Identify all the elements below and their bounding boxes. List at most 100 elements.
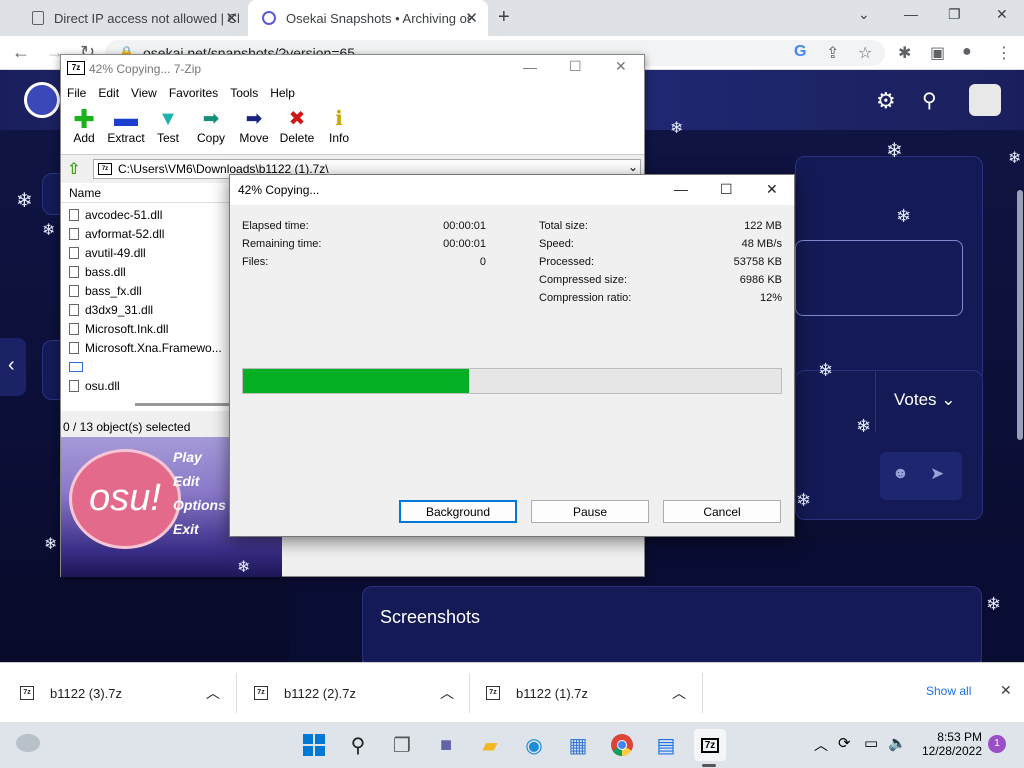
clock[interactable]: 8:53 PM 12/28/2022 bbox=[912, 730, 982, 758]
tab-search-icon[interactable]: ⌄ bbox=[858, 6, 870, 23]
menu-file[interactable]: File bbox=[61, 83, 92, 103]
test-button[interactable]: ▼ Test bbox=[145, 107, 191, 145]
chevron-up-icon[interactable]: ︿ bbox=[672, 683, 686, 703]
text-box[interactable] bbox=[795, 240, 963, 316]
clock-date: 12/28/2022 bbox=[921, 744, 982, 758]
task-view-icon[interactable]: ❐ bbox=[386, 729, 418, 761]
edge-icon[interactable]: ◉ bbox=[518, 729, 550, 761]
file-explorer-icon[interactable]: ▰ bbox=[474, 729, 506, 761]
close-tab-icon[interactable]: ✕ bbox=[465, 9, 478, 27]
add-button[interactable]: ✚ Add bbox=[61, 106, 107, 145]
chevron-down-icon[interactable]: ⌄ bbox=[628, 160, 638, 174]
search-icon[interactable]: ⚲ bbox=[342, 729, 374, 761]
chevron-up-icon[interactable]: ︿ bbox=[814, 735, 828, 755]
start-icon[interactable] bbox=[298, 729, 330, 761]
previous-arrow-icon[interactable]: ‹ bbox=[0, 338, 26, 396]
list-item[interactable]: Microsoft.Ink.dll bbox=[69, 319, 168, 338]
tab-osekai-snapshots[interactable]: Osekai Snapshots • Archiving osu! ✕ bbox=[248, 0, 488, 36]
compression-ratio-value: 12% bbox=[759, 292, 782, 304]
sync-icon[interactable]: ⟳ bbox=[838, 734, 851, 752]
column-header-name[interactable]: Name bbox=[61, 183, 231, 203]
copy-button[interactable]: ➡ Copy bbox=[188, 107, 234, 145]
up-folder-icon[interactable]: ⇧ bbox=[67, 159, 80, 179]
close-window-icon[interactable]: ✕ bbox=[996, 6, 1008, 23]
list-item[interactable]: avformat-52.dll bbox=[69, 224, 164, 243]
list-item[interactable] bbox=[69, 357, 89, 376]
close-icon[interactable]: ✕ bbox=[766, 181, 778, 198]
search-icon[interactable]: ⚲ bbox=[922, 88, 937, 113]
votes-dropdown[interactable]: Votes ⌄ bbox=[875, 370, 981, 432]
menu-icon[interactable]: ⋮ bbox=[996, 43, 1012, 63]
x-icon: ✖ bbox=[288, 108, 306, 130]
avatar[interactable] bbox=[969, 84, 1001, 116]
emoji-icon[interactable]: ☻ bbox=[892, 465, 909, 483]
list-item[interactable]: avcodec-51.dll bbox=[69, 205, 162, 224]
google-lens-icon[interactable]: G bbox=[794, 43, 806, 61]
back-icon[interactable]: ← bbox=[12, 42, 30, 63]
cancel-button[interactable]: Cancel bbox=[663, 500, 781, 523]
file-name: Microsoft.Xna.Framewo... bbox=[85, 340, 222, 355]
share-icon[interactable]: ⇪ bbox=[826, 43, 839, 63]
menu-edit[interactable]: Edit bbox=[92, 83, 125, 103]
profile-icon[interactable]: ● bbox=[962, 43, 972, 61]
download-item[interactable]: 7z b1122 (1).7z ︿ bbox=[486, 663, 696, 723]
elapsed-time-value: 00:00:01 bbox=[443, 220, 486, 232]
chevron-up-icon[interactable]: ︿ bbox=[440, 683, 454, 703]
sevenzip-toolbar: ✚ Add ▬ Extract ▼ Test ➡ Copy ➡ Move ✖ Delete … bbox=[61, 103, 644, 155]
menu-tools[interactable]: Tools bbox=[224, 83, 264, 103]
arrow-right-icon: ➡ bbox=[245, 108, 263, 130]
tab-direct-ip[interactable]: Direct IP access not allowed | Clo ✕ bbox=[18, 0, 248, 36]
comment-actions: ☻ ➤ bbox=[880, 452, 962, 500]
sevenzip-taskbar-icon[interactable]: 7z bbox=[694, 729, 726, 761]
move-button[interactable]: ➡ Move bbox=[231, 107, 277, 145]
side-panel-icon[interactable]: ▣ bbox=[930, 43, 945, 63]
delete-button[interactable]: ✖ Delete bbox=[274, 107, 320, 145]
pause-button[interactable]: Pause bbox=[531, 500, 649, 523]
store-icon[interactable]: ▦ bbox=[562, 729, 594, 761]
list-item[interactable]: osu.dll bbox=[69, 376, 120, 395]
info-button[interactable]: ℹ Info bbox=[316, 107, 362, 145]
download-item[interactable]: 7z b1122 (2).7z ︿ bbox=[254, 663, 464, 723]
close-icon[interactable]: ✕ bbox=[615, 58, 627, 75]
extract-button[interactable]: ▬ Extract bbox=[103, 107, 149, 146]
sevenzip-title: 42% Copying... 7-Zip bbox=[89, 62, 202, 76]
page-scrollbar[interactable] bbox=[1017, 190, 1023, 440]
network-icon[interactable]: ▭ bbox=[864, 734, 878, 752]
download-item[interactable]: 7z b1122 (3).7z ︿ bbox=[20, 663, 230, 723]
chrome-icon[interactable] bbox=[606, 729, 638, 761]
background-button[interactable]: Background bbox=[399, 500, 517, 523]
menu-view[interactable]: View bbox=[125, 83, 163, 103]
osekai-logo-icon[interactable] bbox=[24, 82, 60, 118]
restore-icon[interactable]: ❐ bbox=[948, 6, 961, 23]
extensions-icon[interactable]: ✱ bbox=[898, 43, 911, 63]
maximize-icon[interactable]: ☐ bbox=[569, 58, 582, 75]
close-tab-icon[interactable]: ✕ bbox=[225, 9, 238, 27]
list-item[interactable]: avutil-49.dll bbox=[69, 243, 146, 262]
minimize-icon[interactable]: — bbox=[674, 181, 688, 197]
chevron-up-icon[interactable]: ︿ bbox=[206, 683, 220, 703]
weather-icon[interactable] bbox=[16, 734, 40, 752]
show-all-link[interactable]: Show all bbox=[926, 684, 971, 698]
files-value: 0 bbox=[479, 256, 486, 268]
menu-help[interactable]: Help bbox=[264, 83, 301, 103]
volume-icon[interactable]: 🔈 bbox=[888, 734, 907, 752]
notification-badge[interactable]: 1 bbox=[988, 735, 1006, 753]
settings-icon[interactable]: ⚙ bbox=[876, 88, 896, 114]
list-item[interactable]: d3dx9_31.dll bbox=[69, 300, 153, 319]
menu-favorites[interactable]: Favorites bbox=[163, 83, 224, 103]
horizontal-scrollbar[interactable] bbox=[135, 403, 229, 406]
list-item[interactable]: bass_fx.dll bbox=[69, 281, 142, 300]
send-icon[interactable]: ➤ bbox=[930, 464, 944, 484]
new-tab-button[interactable]: + bbox=[498, 6, 510, 29]
list-item[interactable]: Microsoft.Xna.Framewo... bbox=[69, 338, 222, 357]
snowflake-icon: ❄ bbox=[896, 206, 912, 226]
bookmark-star-icon[interactable]: ☆ bbox=[858, 43, 872, 63]
notepad-icon[interactable]: ▤ bbox=[650, 729, 682, 761]
minimize-icon[interactable]: — bbox=[523, 59, 537, 75]
maximize-icon[interactable]: ☐ bbox=[720, 181, 733, 198]
minimize-icon[interactable]: — bbox=[904, 6, 918, 22]
votes-label: Votes bbox=[894, 390, 937, 409]
close-downloads-icon[interactable]: ✕ bbox=[1000, 682, 1012, 699]
teams-chat-icon[interactable]: ■ bbox=[430, 729, 462, 761]
list-item[interactable]: bass.dll bbox=[69, 262, 126, 281]
